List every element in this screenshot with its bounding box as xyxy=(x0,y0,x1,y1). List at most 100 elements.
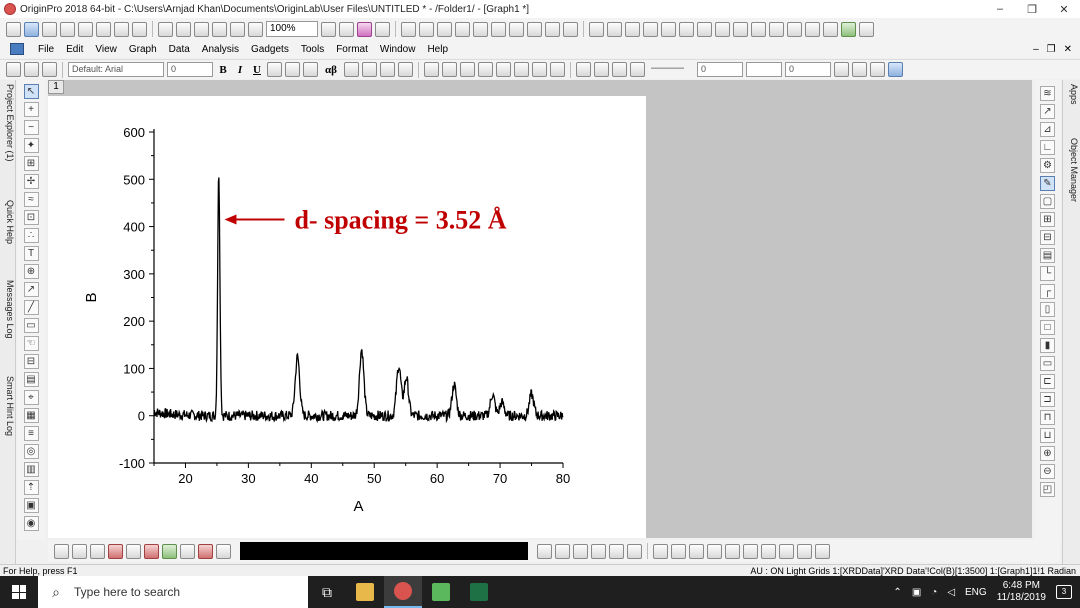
frame-bottom-icon[interactable]: ▭ xyxy=(1040,356,1055,371)
line-width-select[interactable]: 0 xyxy=(697,62,743,77)
menu-format[interactable]: Format xyxy=(330,44,374,55)
menu-file[interactable]: File xyxy=(32,44,60,55)
borders-icon[interactable] xyxy=(532,62,547,77)
draw-data-icon[interactable]: ∴ xyxy=(23,228,39,243)
contour-icon[interactable] xyxy=(555,543,570,559)
taskbar-file-explorer[interactable] xyxy=(346,576,384,608)
color-picker-icon[interactable]: ◉ xyxy=(23,516,39,531)
grid-icon[interactable]: ≡ xyxy=(23,426,39,441)
help-icon[interactable] xyxy=(859,21,874,37)
move-last-icon[interactable] xyxy=(823,21,838,37)
tilt-right-icon[interactable] xyxy=(707,543,722,559)
menu-graph[interactable]: Graph xyxy=(123,44,163,55)
resize-icon[interactable]: ⊔ xyxy=(1040,428,1055,443)
copy-icon[interactable] xyxy=(24,62,39,77)
shrink-icon[interactable] xyxy=(761,543,776,559)
axis-title-icon[interactable]: ∟ xyxy=(1040,140,1055,155)
taskbar-origin[interactable] xyxy=(384,576,422,608)
menu-gadgets[interactable]: Gadgets xyxy=(245,44,295,55)
mdi-close-button[interactable]: ✕ xyxy=(1064,44,1072,55)
menu-view[interactable]: View xyxy=(89,44,123,55)
underline-button[interactable]: U xyxy=(250,64,264,76)
anchor-icon[interactable]: ⌖ xyxy=(23,390,39,405)
tab-apps[interactable]: Apps xyxy=(1065,84,1079,105)
line-style-icon[interactable] xyxy=(630,62,645,77)
frame-left-icon[interactable]: ▯ xyxy=(1040,302,1055,317)
error-bar-icon[interactable] xyxy=(144,543,159,559)
regional-mask-icon[interactable]: ⊡ xyxy=(23,210,39,225)
wifi-icon[interactable]: ◔ xyxy=(931,587,937,598)
frame-3d-icon[interactable] xyxy=(815,543,830,559)
add-layer-icon[interactable] xyxy=(509,21,524,37)
scale-in-icon[interactable]: ≈ xyxy=(23,192,39,207)
arrow-tool-icon[interactable]: ↗ xyxy=(23,282,39,297)
line-color-icon[interactable] xyxy=(612,62,627,77)
new-graph-icon[interactable] xyxy=(60,21,75,37)
set-values-icon[interactable] xyxy=(661,21,676,37)
ternary-icon[interactable] xyxy=(591,543,606,559)
ungroup-icon[interactable]: ⊖ xyxy=(1040,464,1055,479)
tab-smart-hint-log[interactable]: Smart Hint Log xyxy=(1,376,15,436)
frame-icon[interactable]: □ xyxy=(1040,320,1055,335)
3d-plot-icon[interactable] xyxy=(537,543,552,559)
graph-window-icon[interactable] xyxy=(10,43,24,55)
menu-analysis[interactable]: Analysis xyxy=(196,44,245,55)
frame-right-icon[interactable]: ▮ xyxy=(1040,338,1055,353)
new-function-icon[interactable] xyxy=(96,21,111,37)
scale-icon[interactable]: ⊿ xyxy=(1040,122,1055,137)
add-text-icon[interactable]: ⊕ xyxy=(23,264,39,279)
xrd-chart[interactable]: 20 30 40 50 60 70 80-1000100200300400500600AB … xyxy=(48,80,646,538)
corner-bottom-icon[interactable]: └ xyxy=(1040,266,1055,281)
area-plot-icon[interactable] xyxy=(162,543,177,559)
rotate-left-icon[interactable] xyxy=(653,543,668,559)
grid-layout-icon[interactable]: ⊞ xyxy=(1040,212,1055,227)
increase-font-icon[interactable] xyxy=(344,62,359,77)
greek-button[interactable]: αβ xyxy=(321,64,341,76)
subsuperscript-icon[interactable] xyxy=(303,62,318,77)
bold-button[interactable]: B xyxy=(216,64,230,76)
save-template-icon[interactable] xyxy=(212,21,227,37)
rectangle-tool-icon[interactable]: ▭ xyxy=(23,318,39,333)
language-indicator[interactable]: ENG xyxy=(965,587,987,598)
move-first-icon[interactable] xyxy=(805,21,820,37)
column-plot-icon[interactable] xyxy=(108,543,123,559)
chevron-up-icon[interactable]: ⌃ xyxy=(893,587,901,598)
layer-icon[interactable]: ▤ xyxy=(23,372,39,387)
add-row-icon[interactable] xyxy=(442,62,457,77)
taskbar-excel[interactable] xyxy=(460,576,498,608)
tab-quick-help[interactable]: Quick Help xyxy=(1,200,15,244)
multi-curve-icon[interactable] xyxy=(126,543,141,559)
font-size-select[interactable]: 0 xyxy=(167,62,213,77)
distribute-icon[interactable]: ⊓ xyxy=(1040,410,1055,425)
stack-icon[interactable]: ▥ xyxy=(23,462,39,477)
align-left-icon[interactable]: ⊏ xyxy=(1040,374,1055,389)
screen-reader-icon[interactable]: ⊞ xyxy=(23,156,39,171)
graph-style-icon[interactable]: ≋ xyxy=(1040,86,1055,101)
superscript-icon[interactable] xyxy=(267,62,282,77)
move-right-icon[interactable] xyxy=(787,21,802,37)
script-window-icon[interactable] xyxy=(437,21,452,37)
data-reader-icon[interactable]: ✦ xyxy=(23,138,39,153)
new-layout-icon[interactable] xyxy=(114,21,129,37)
notification-icon[interactable]: 3 xyxy=(1056,585,1072,599)
new-project-icon[interactable] xyxy=(6,21,21,37)
subscript-icon[interactable] xyxy=(285,62,300,77)
zoom-in-icon[interactable]: + xyxy=(23,102,39,117)
column-stats-icon[interactable] xyxy=(589,21,604,37)
import-icon[interactable] xyxy=(230,21,245,37)
stock-icon[interactable] xyxy=(627,543,642,559)
font-color-icon[interactable] xyxy=(398,62,413,77)
start-button[interactable] xyxy=(0,576,38,608)
menu-window[interactable]: Window xyxy=(374,44,422,55)
arrange-icon[interactable]: ⊟ xyxy=(1040,230,1055,245)
align-right-icon[interactable]: ⊐ xyxy=(1040,392,1055,407)
mdi-minimize-button[interactable]: – xyxy=(1033,44,1039,55)
taskbar-camtasia[interactable] xyxy=(422,576,460,608)
command-window-icon[interactable] xyxy=(455,21,470,37)
template-icon[interactable] xyxy=(216,543,231,559)
eraser-icon[interactable]: ◎ xyxy=(23,444,39,459)
fill-icon[interactable] xyxy=(550,62,565,77)
connect-icon[interactable] xyxy=(841,21,856,37)
legend-icon[interactable] xyxy=(545,21,560,37)
polar-icon[interactable] xyxy=(609,543,624,559)
